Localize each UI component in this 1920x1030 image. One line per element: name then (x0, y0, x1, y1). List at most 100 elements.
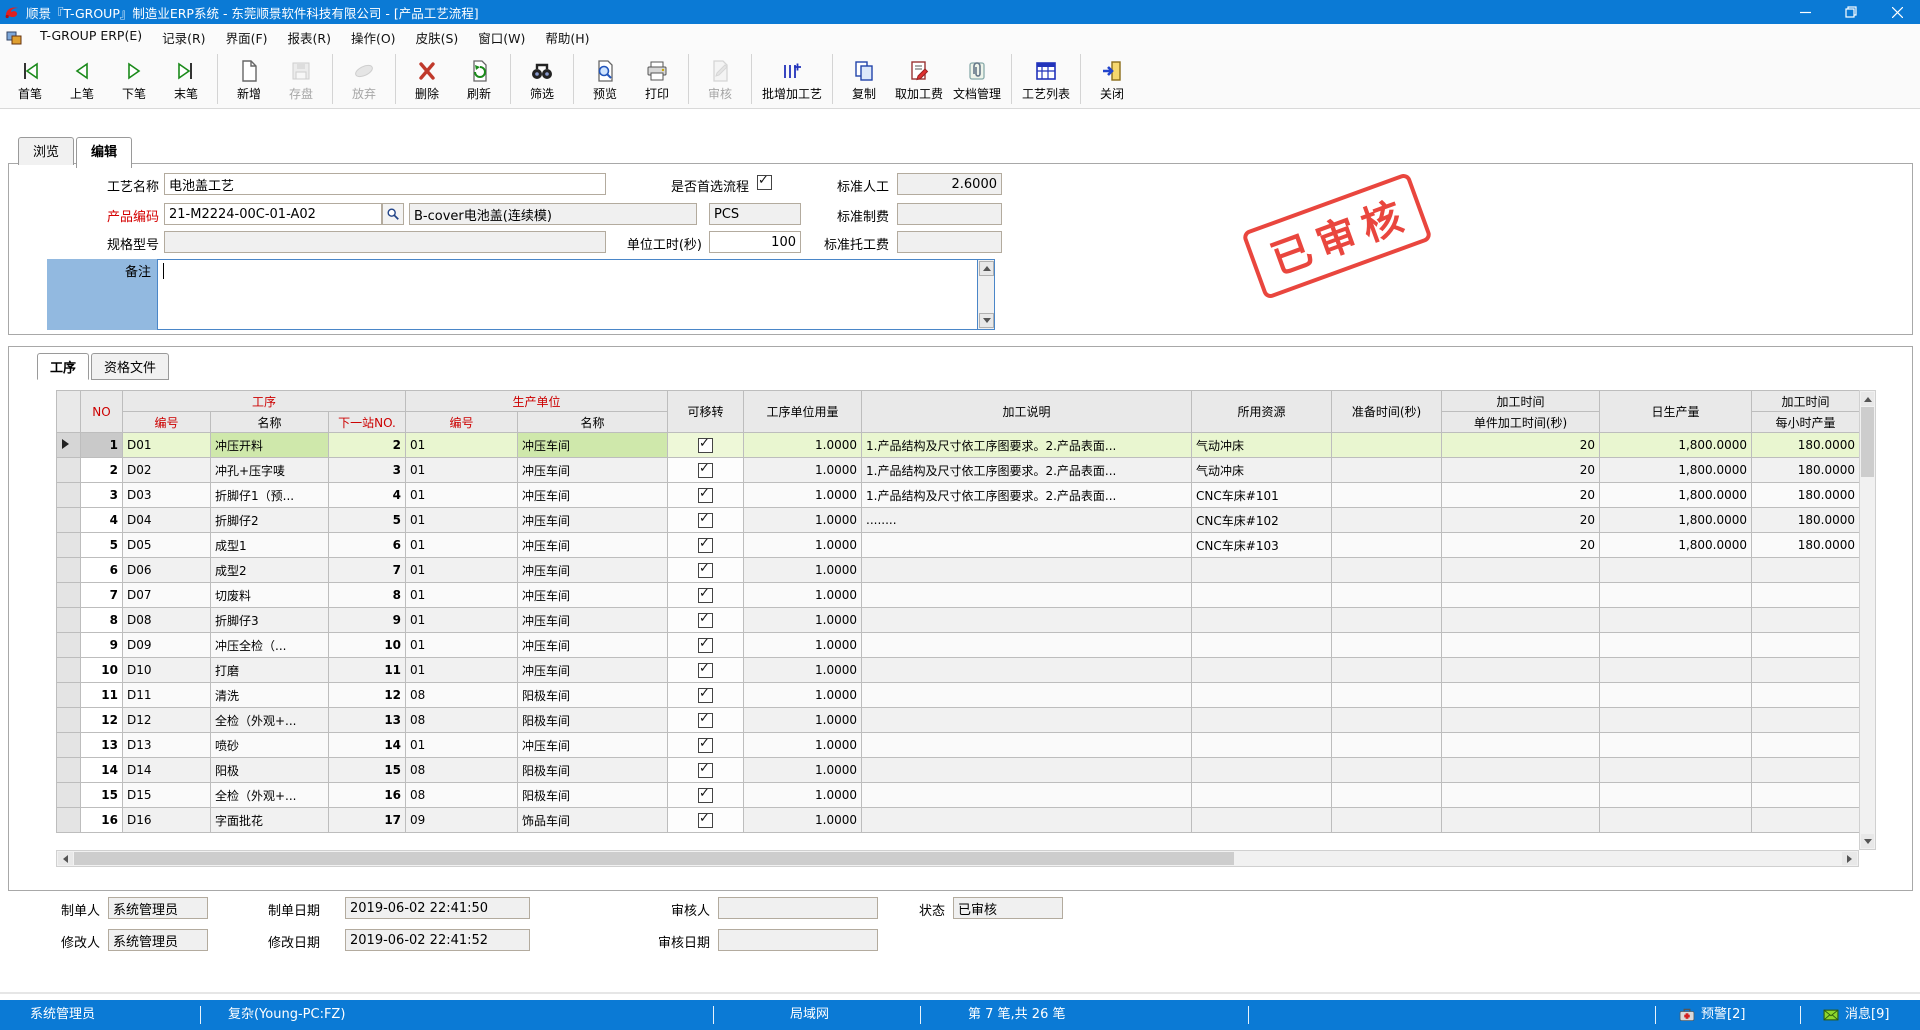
table-row[interactable]: 7D07切废料801冲压车间✓1.0000 (57, 583, 1860, 608)
cell-daily-output[interactable] (1600, 808, 1752, 833)
cell-resource[interactable] (1192, 808, 1332, 833)
cell-unit-time[interactable]: 20 (1442, 533, 1600, 558)
cell-op-code[interactable]: D12 (123, 708, 211, 733)
checkbox-checked[interactable]: ✓ (698, 588, 713, 603)
menu-item-6[interactable]: 窗口(W) (468, 28, 535, 47)
header-hourly-output[interactable]: 每小时产量 (1752, 412, 1860, 433)
tab-edit[interactable]: 编辑 (76, 137, 132, 168)
cell-unit-name[interactable]: 冲压车间 (518, 533, 668, 558)
cell-hourly-output[interactable]: 180.0000 (1752, 483, 1860, 508)
cell-prep-time[interactable] (1332, 583, 1442, 608)
cell-unit-time[interactable] (1442, 608, 1600, 633)
cell-op-name[interactable]: 冲压全检（... (211, 633, 329, 658)
header-unit-name[interactable]: 名称 (518, 412, 668, 433)
row-selector[interactable] (57, 458, 81, 483)
cell-op-code[interactable]: D06 (123, 558, 211, 583)
cell-op-name[interactable]: 切废料 (211, 583, 329, 608)
cell-movable-checkbox[interactable]: ✓ (668, 583, 744, 608)
cell-hourly-output[interactable] (1752, 683, 1860, 708)
cell-daily-output[interactable] (1600, 583, 1752, 608)
cell-no[interactable]: 1 (81, 433, 123, 458)
cell-hourly-output[interactable] (1752, 558, 1860, 583)
table-row[interactable]: 8D08折脚仔3901冲压车间✓1.0000 (57, 608, 1860, 633)
toolbar-button-关闭[interactable]: 关闭 (1086, 50, 1138, 108)
cell-daily-output[interactable] (1600, 758, 1752, 783)
tab-process[interactable]: 工序 (37, 353, 89, 380)
scroll-up-arrow[interactable] (979, 261, 994, 276)
row-selector[interactable] (57, 583, 81, 608)
cell-daily-output[interactable]: 1,800.0000 (1600, 458, 1752, 483)
cell-hourly-output[interactable]: 180.0000 (1752, 458, 1860, 483)
menu-item-4[interactable]: 操作(O) (341, 28, 406, 47)
checkbox-checked[interactable]: ✓ (698, 613, 713, 628)
row-selector[interactable] (57, 808, 81, 833)
scroll-down-arrow[interactable] (1861, 834, 1874, 848)
status-alert[interactable]: 预警[2] (1678, 1000, 1745, 1030)
cell-hourly-output[interactable]: 180.0000 (1752, 508, 1860, 533)
cell-unit-name[interactable]: 冲压车间 (518, 633, 668, 658)
cell-next-no[interactable]: 12 (329, 683, 406, 708)
cell-no[interactable]: 3 (81, 483, 123, 508)
remark-scrollbar[interactable] (977, 260, 994, 329)
cell-prep-time[interactable] (1332, 608, 1442, 633)
header-op-name[interactable]: 名称 (211, 412, 329, 433)
checkbox-checked[interactable]: ✓ (698, 563, 713, 578)
cell-op-code[interactable]: D02 (123, 458, 211, 483)
row-selector[interactable] (57, 683, 81, 708)
cell-process-desc[interactable] (862, 558, 1192, 583)
cell-daily-output[interactable]: 1,800.0000 (1600, 433, 1752, 458)
row-selector[interactable] (57, 433, 81, 458)
row-selector[interactable] (57, 783, 81, 808)
cell-process-desc[interactable]: 1.产品结构及尺寸依工序图要求。2.产品表面... (862, 458, 1192, 483)
cell-prep-time[interactable] (1332, 783, 1442, 808)
cell-movable-checkbox[interactable]: ✓ (668, 458, 744, 483)
cell-no[interactable]: 13 (81, 733, 123, 758)
toolbar-button-下笔[interactable]: 下笔 (108, 50, 160, 108)
checkbox-checked[interactable]: ✓ (698, 438, 713, 453)
cell-process-desc[interactable]: 1.产品结构及尺寸依工序图要求。2.产品表面... (862, 433, 1192, 458)
cell-prep-time[interactable] (1332, 433, 1442, 458)
cell-daily-output[interactable] (1600, 733, 1752, 758)
product-code-input[interactable] (164, 203, 382, 225)
process-name-input[interactable] (164, 173, 606, 195)
cell-resource[interactable] (1192, 633, 1332, 658)
status-message[interactable]: 消息[9] (1822, 1000, 1889, 1030)
cell-resource[interactable]: CNC车床#103 (1192, 533, 1332, 558)
cell-daily-output[interactable] (1600, 633, 1752, 658)
cell-resource[interactable] (1192, 608, 1332, 633)
cell-unit-time[interactable]: 20 (1442, 433, 1600, 458)
cell-movable-checkbox[interactable]: ✓ (668, 783, 744, 808)
table-row[interactable]: 16D16字面批花1709饰品车间✓1.0000 (57, 808, 1860, 833)
cell-prep-time[interactable] (1332, 458, 1442, 483)
checkbox-checked[interactable]: ✓ (698, 488, 713, 503)
cell-next-no[interactable]: 7 (329, 558, 406, 583)
menu-item-3[interactable]: 报表(R) (278, 28, 341, 47)
cell-process-desc[interactable] (862, 733, 1192, 758)
cell-op-code[interactable]: D04 (123, 508, 211, 533)
header-htime-group[interactable]: 加工时间 (1752, 391, 1860, 412)
row-selector[interactable] (57, 558, 81, 583)
cell-unit-name[interactable]: 饰品车间 (518, 808, 668, 833)
row-selector[interactable] (57, 708, 81, 733)
header-unit-time[interactable]: 单件加工时间(秒) (1442, 412, 1600, 433)
cell-unit-name[interactable]: 冲压车间 (518, 608, 668, 633)
cell-no[interactable]: 8 (81, 608, 123, 633)
cell-op-code[interactable]: D13 (123, 733, 211, 758)
cell-next-no[interactable]: 6 (329, 533, 406, 558)
checkbox-checked[interactable]: ✓ (698, 463, 713, 478)
cell-hourly-output[interactable] (1752, 758, 1860, 783)
cell-op-name[interactable]: 成型2 (211, 558, 329, 583)
product-lookup-button[interactable] (382, 203, 404, 225)
cell-prep-time[interactable] (1332, 683, 1442, 708)
cell-daily-output[interactable] (1600, 783, 1752, 808)
row-selector[interactable] (57, 608, 81, 633)
tab-browse[interactable]: 浏览 (18, 137, 74, 165)
cell-process-desc[interactable] (862, 608, 1192, 633)
cell-movable-checkbox[interactable]: ✓ (668, 658, 744, 683)
cell-hourly-output[interactable] (1752, 583, 1860, 608)
cell-process-desc[interactable]: 1.产品结构及尺寸依工序图要求。2.产品表面... (862, 483, 1192, 508)
cell-unit-name[interactable]: 阳极车间 (518, 758, 668, 783)
cell-process-desc[interactable] (862, 783, 1192, 808)
cell-usage[interactable]: 1.0000 (744, 583, 862, 608)
cell-unit-code[interactable]: 01 (406, 483, 518, 508)
